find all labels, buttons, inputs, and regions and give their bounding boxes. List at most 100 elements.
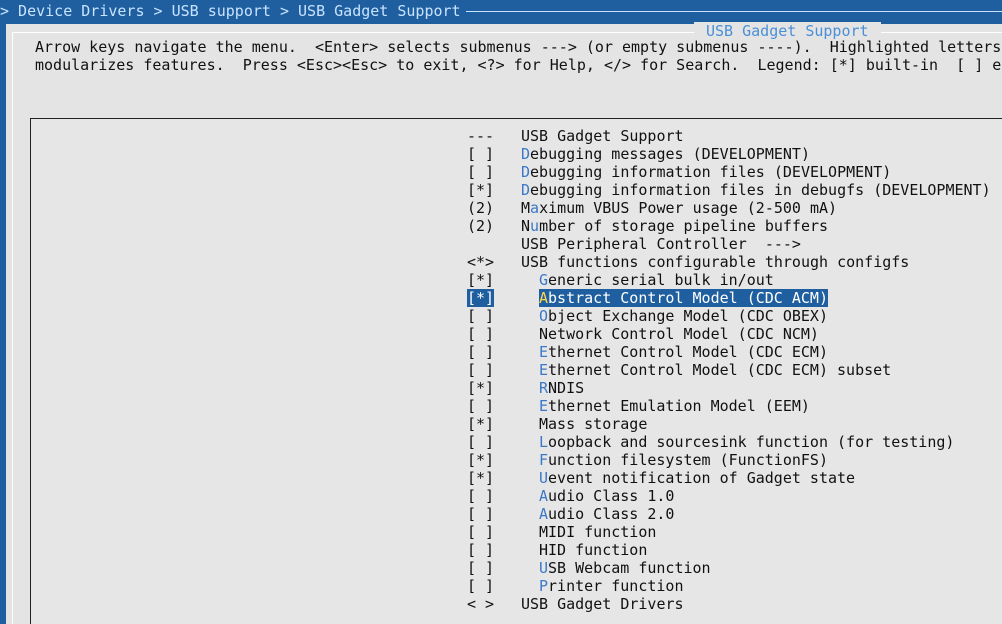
menu-item[interactable]: [ ] Ethernet Emulation Model (EEM) [467, 397, 991, 415]
hotkey-letter: A [539, 487, 549, 505]
menu-item-text: Network Control Model (CDC NCM) [539, 325, 819, 343]
menu-item-text: NDIS [548, 379, 585, 397]
menu-item-label: USB Gadget Drivers [521, 595, 684, 613]
menu-item-label: Object Exchange Model (CDC OBEX) [539, 307, 828, 325]
menu-item[interactable]: [ ] Ethernet Control Model (CDC ECM) [467, 343, 991, 361]
hotkey-letter: u [530, 217, 540, 235]
menu-item[interactable]: [*] Abstract Control Model (CDC ACM) [467, 289, 991, 307]
menu-item[interactable]: [*] Mass storage [467, 415, 991, 433]
menu-item-checkbox[interactable]: [*] [467, 181, 494, 199]
menu-item[interactable]: [ ] Printer function [467, 577, 991, 595]
hotkey-letter: P [539, 577, 549, 595]
menu-item-label: Audio Class 1.0 [539, 487, 674, 505]
menu-item-checkbox[interactable]: [ ] [467, 559, 494, 577]
menu-item-checkbox[interactable]: [ ] [467, 343, 494, 361]
menu-item-state: [*] [467, 379, 539, 397]
hotkey-letter: E [539, 397, 549, 415]
menu-item-checkbox[interactable]: (2) [467, 217, 494, 235]
menu-item-checkbox[interactable]: [*] [467, 379, 494, 397]
menu-item-label: USB Gadget Support [521, 127, 684, 145]
menu-item-label: USB Webcam function [539, 559, 711, 577]
menu-item-state: [ ] [467, 433, 539, 451]
menu-item-text: mber of storage pipeline buffers [539, 217, 829, 235]
help-line-2: modularizes features. Press <Esc><Esc> t… [35, 56, 1002, 74]
menu-item-state [467, 235, 521, 253]
menu-item[interactable]: --- USB Gadget Support [467, 127, 991, 145]
menu-item-checkbox[interactable]: [*] [467, 451, 494, 469]
menu-item-checkbox[interactable]: [ ] [467, 163, 494, 181]
menu-item[interactable]: (2) Maximum VBUS Power usage (2-500 mA) [467, 199, 991, 217]
menu-item-checkbox[interactable]: --- [467, 127, 494, 145]
menu-item[interactable]: [ ] Ethernet Control Model (CDC ECM) subs… [467, 361, 991, 379]
menu-item-state: [*] [467, 289, 539, 307]
menu-item-text: udio Class 2.0 [548, 505, 675, 523]
hotkey-letter: E [539, 343, 549, 361]
breadcrumb: > Device Drivers > USB support > USB Gad… [0, 2, 461, 20]
menu-item-text: event notification of Gadget state [548, 469, 856, 487]
menu-item-text: ebugging messages (DEVELOPMENT) [530, 145, 810, 163]
menu-item-state: [ ] [467, 523, 539, 541]
menu-item-state: [ ] [467, 505, 539, 523]
menu-item[interactable]: [ ] HID function [467, 541, 991, 559]
menu-item-checkbox[interactable]: [ ] [467, 397, 494, 415]
menu-item-text: USB Gadget Support [521, 127, 684, 145]
menu-item-label: RNDIS [539, 379, 584, 397]
menu-item-checkbox[interactable]: [ ] [467, 307, 494, 325]
menu-item-checkbox[interactable]: [ ] [467, 541, 494, 559]
menu-item-checkbox[interactable]: [*] [467, 289, 495, 307]
menu-item[interactable]: [ ] Audio Class 2.0 [467, 505, 991, 523]
menu-list: --- USB Gadget Support [ ] Debugging messag… [467, 127, 991, 613]
config-dialog: USB Gadget Support Arrow keys navigate t… [6, 22, 1002, 624]
menu-item[interactable]: [ ] Loopback and sourcesink function (for… [467, 433, 991, 451]
menu-item-checkbox[interactable]: [*] [467, 415, 494, 433]
menu-item[interactable]: [ ] MIDI function [467, 523, 991, 541]
menu-item-label: Maximum VBUS Power usage (2-500 mA) [521, 199, 837, 217]
menu-item-label: Audio Class 2.0 [539, 505, 674, 523]
menu-item-checkbox[interactable]: (2) [467, 199, 494, 217]
menu-item-text: udio Class 1.0 [548, 487, 675, 505]
menu-item-text: oopback and sourcesink function (for tes… [548, 433, 955, 451]
menu-item-state: [*] [467, 271, 539, 289]
menu-item-checkbox[interactable]: [ ] [467, 577, 494, 595]
menu-item[interactable]: < > USB Gadget Drivers [467, 595, 991, 613]
menu-item[interactable]: [*] Uevent notification of Gadget state [467, 469, 991, 487]
menu-item[interactable]: [ ] Network Control Model (CDC NCM) [467, 325, 991, 343]
menu-item-checkbox[interactable]: <*> [467, 253, 494, 271]
menu-item[interactable]: [ ] Object Exchange Model (CDC OBEX) [467, 307, 991, 325]
menu-item-state: [ ] [467, 487, 539, 505]
menu-item-text: bject Exchange Model (CDC OBEX) [548, 307, 828, 325]
hotkey-letter: D [521, 181, 531, 199]
menu-item-checkbox[interactable]: < > [467, 595, 494, 613]
menu-item[interactable]: USB Peripheral Controller ---> [467, 235, 991, 253]
menu-item[interactable]: (2) Number of storage pipeline buffers [467, 217, 991, 235]
menu-item-text: thernet Emulation Model (EEM) [548, 397, 810, 415]
menu-item-text: HID function [539, 541, 648, 559]
menu-item-checkbox[interactable]: [ ] [467, 325, 494, 343]
menu-item[interactable]: <*> USB functions configurable through co… [467, 253, 991, 271]
menu-item[interactable]: [ ] Audio Class 1.0 [467, 487, 991, 505]
menu-item-label: Ethernet Emulation Model (EEM) [539, 397, 810, 415]
menu-item[interactable]: [ ] Debugging messages (DEVELOPMENT) [467, 145, 991, 163]
menu-item[interactable]: [*] Generic serial bulk in/out [467, 271, 991, 289]
menu-item-text: N [521, 217, 531, 235]
menu-item-label: Function filesystem (FunctionFS) [539, 451, 828, 469]
menu-item-text: Mass storage [539, 415, 648, 433]
menu-item-text: SB Webcam function [548, 559, 711, 577]
menu-item-checkbox[interactable]: [*] [467, 271, 494, 289]
menu-item[interactable]: [*] RNDIS [467, 379, 991, 397]
menu-item-text: USB Peripheral Controller ---> [521, 235, 801, 253]
menu-item-text: unction filesystem (FunctionFS) [548, 451, 828, 469]
menu-item[interactable]: [*] Function filesystem (FunctionFS) [467, 451, 991, 469]
menu-item-state: [*] [467, 451, 539, 469]
menu-item-checkbox[interactable]: [ ] [467, 433, 494, 451]
menu-item-checkbox[interactable]: [ ] [467, 145, 494, 163]
menu-item-checkbox[interactable]: [*] [467, 469, 494, 487]
menu-item-checkbox[interactable]: [ ] [467, 361, 494, 379]
menu-item[interactable]: [ ] USB Webcam function [467, 559, 991, 577]
menu-item-checkbox[interactable]: [ ] [467, 487, 494, 505]
menu-item-checkbox[interactable]: [ ] [467, 505, 494, 523]
menu-item-checkbox[interactable]: [ ] [467, 523, 494, 541]
menu-item-label: Debugging information files (DEVELOPMENT… [521, 163, 891, 181]
menu-item[interactable]: [*] Debugging information files in debugf… [467, 181, 991, 199]
menu-item[interactable]: [ ] Debugging information files (DEVELOPM… [467, 163, 991, 181]
